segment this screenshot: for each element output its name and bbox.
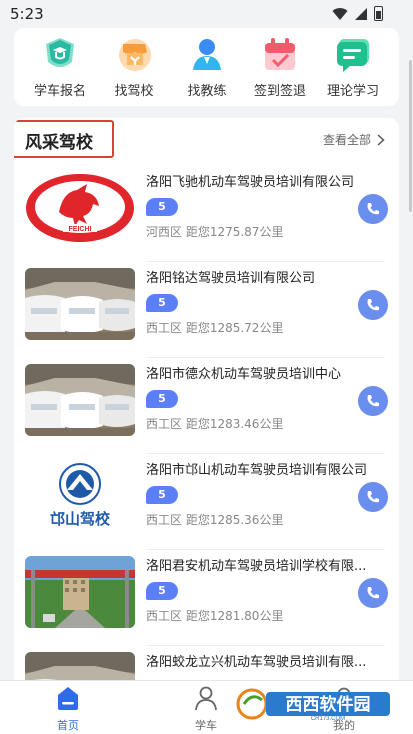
- school-item[interactable]: 洛阳市德众机动车驾驶员培训中心 5 西工区 距您1283.46公里: [14, 358, 399, 454]
- home-icon: [58, 687, 78, 710]
- school-logo: FEICHI: [25, 172, 135, 244]
- tab-profile[interactable]: 我的: [304, 685, 384, 733]
- status-icons: [332, 6, 383, 21]
- quick-item-find-coach[interactable]: 找教练: [169, 34, 245, 99]
- scrollbar[interactable]: [409, 60, 412, 212]
- school-location: 西工区 距您1283.46公里: [146, 417, 284, 431]
- quick-item-find-school[interactable]: 找驾校: [96, 34, 172, 99]
- tab-learn[interactable]: 学车: [166, 685, 246, 733]
- school-name: 洛阳铭达驾驶员培训有限公司: [146, 271, 316, 286]
- signal-icon: [355, 7, 367, 20]
- shield-icon: [46, 38, 74, 67]
- battery-icon: [374, 6, 383, 21]
- quick-item-theory[interactable]: 理论学习: [315, 34, 391, 99]
- school-name: 洛阳市邙山机动车驾驶员培训有限公司: [146, 463, 368, 478]
- rating-badge: 5: [146, 294, 178, 312]
- school-item[interactable]: 洛阳君安机动车驾驶员培训学校有限... 5 西工区 距您1281.80公里: [14, 550, 399, 646]
- shop-icon: [119, 39, 151, 71]
- rating-badge: 5: [146, 486, 178, 504]
- call-button[interactable]: [358, 290, 388, 320]
- rating-badge: 5: [146, 198, 178, 216]
- school-name: 洛阳市德众机动车驾驶员培训中心: [146, 367, 342, 382]
- view-all-link[interactable]: 查看全部: [323, 131, 385, 148]
- section-title: 风采驾校: [25, 133, 93, 153]
- bottom-tabbar: 首页 学车 我的: [0, 680, 413, 734]
- school-list-card: 风采驾校 查看全部 FEICHI 洛阳飞驰机动车驾驶员培训有限公司 5 河西区 …: [14, 118, 399, 688]
- call-button[interactable]: [358, 386, 388, 416]
- school-name: 洛阳君安机动车驾驶员培训学校有限...: [146, 559, 367, 574]
- quick-label: 找驾校: [114, 84, 154, 99]
- tab-label: 学车: [195, 719, 217, 732]
- chevron-right-icon: [377, 133, 385, 146]
- tab-label: 我的: [333, 719, 355, 732]
- school-logo: 邙山驾校: [25, 460, 135, 532]
- phone-icon: [367, 203, 379, 215]
- call-button[interactable]: [358, 578, 388, 608]
- school-location: 河西区 距您1275.87公里: [146, 225, 284, 239]
- tab-label: 首页: [57, 719, 79, 732]
- school-item[interactable]: 洛阳铭达驾驶员培训有限公司 5 西工区 距您1285.72公里: [14, 262, 399, 358]
- school-name: 洛阳蛟龙立兴机动车驾驶员培训有限...: [146, 655, 367, 670]
- coach-icon: [193, 39, 221, 70]
- school-location: 西工区 距您1285.36公里: [146, 513, 284, 527]
- quick-menu: 学车报名 找驾校 找教练 签到签退 理论学习: [14, 28, 399, 106]
- quick-item-enroll[interactable]: 学车报名: [22, 34, 98, 99]
- status-time: 5:23: [10, 5, 44, 23]
- profile-icon: [334, 687, 354, 711]
- status-bar: 5:23: [0, 0, 413, 28]
- quick-label: 理论学习: [326, 84, 379, 99]
- quick-label: 学车报名: [33, 84, 86, 99]
- school-location: 西工区 距您1285.72公里: [146, 321, 284, 335]
- quick-label: 找教练: [187, 84, 227, 99]
- wifi-icon: [332, 7, 348, 20]
- learn-icon: [195, 686, 217, 711]
- quick-label: 签到签退: [253, 84, 306, 99]
- rating-badge: 5: [146, 390, 178, 408]
- school-item[interactable]: FEICHI 洛阳飞驰机动车驾驶员培训有限公司 5 河西区 距您1275.87公…: [14, 166, 399, 262]
- school-photo: [25, 268, 135, 340]
- school-photo: [25, 364, 135, 436]
- phone-icon: [367, 491, 379, 503]
- logo-text: FEICHI: [69, 226, 92, 233]
- school-photo: [25, 556, 135, 628]
- school-location: 西工区 距您1281.80公里: [146, 609, 284, 623]
- school-item[interactable]: 邙山驾校 洛阳市邙山机动车驾驶员培训有限公司 5 西工区 距您1285.36公里: [14, 454, 399, 550]
- phone-icon: [367, 299, 379, 311]
- rating-badge: 5: [146, 582, 178, 600]
- phone-icon: [367, 395, 379, 407]
- logo-text: 邙山驾校: [50, 510, 111, 528]
- call-button[interactable]: [358, 482, 388, 512]
- quick-item-sign-in[interactable]: 签到签退: [242, 34, 318, 99]
- chat-icon: [337, 39, 369, 72]
- calendar-icon: [265, 38, 295, 70]
- school-name: 洛阳飞驰机动车驾驶员培训有限公司: [146, 175, 355, 190]
- view-all-label: 查看全部: [322, 133, 371, 147]
- tab-home[interactable]: 首页: [28, 685, 108, 733]
- call-button[interactable]: [358, 194, 388, 224]
- phone-icon: [367, 587, 379, 599]
